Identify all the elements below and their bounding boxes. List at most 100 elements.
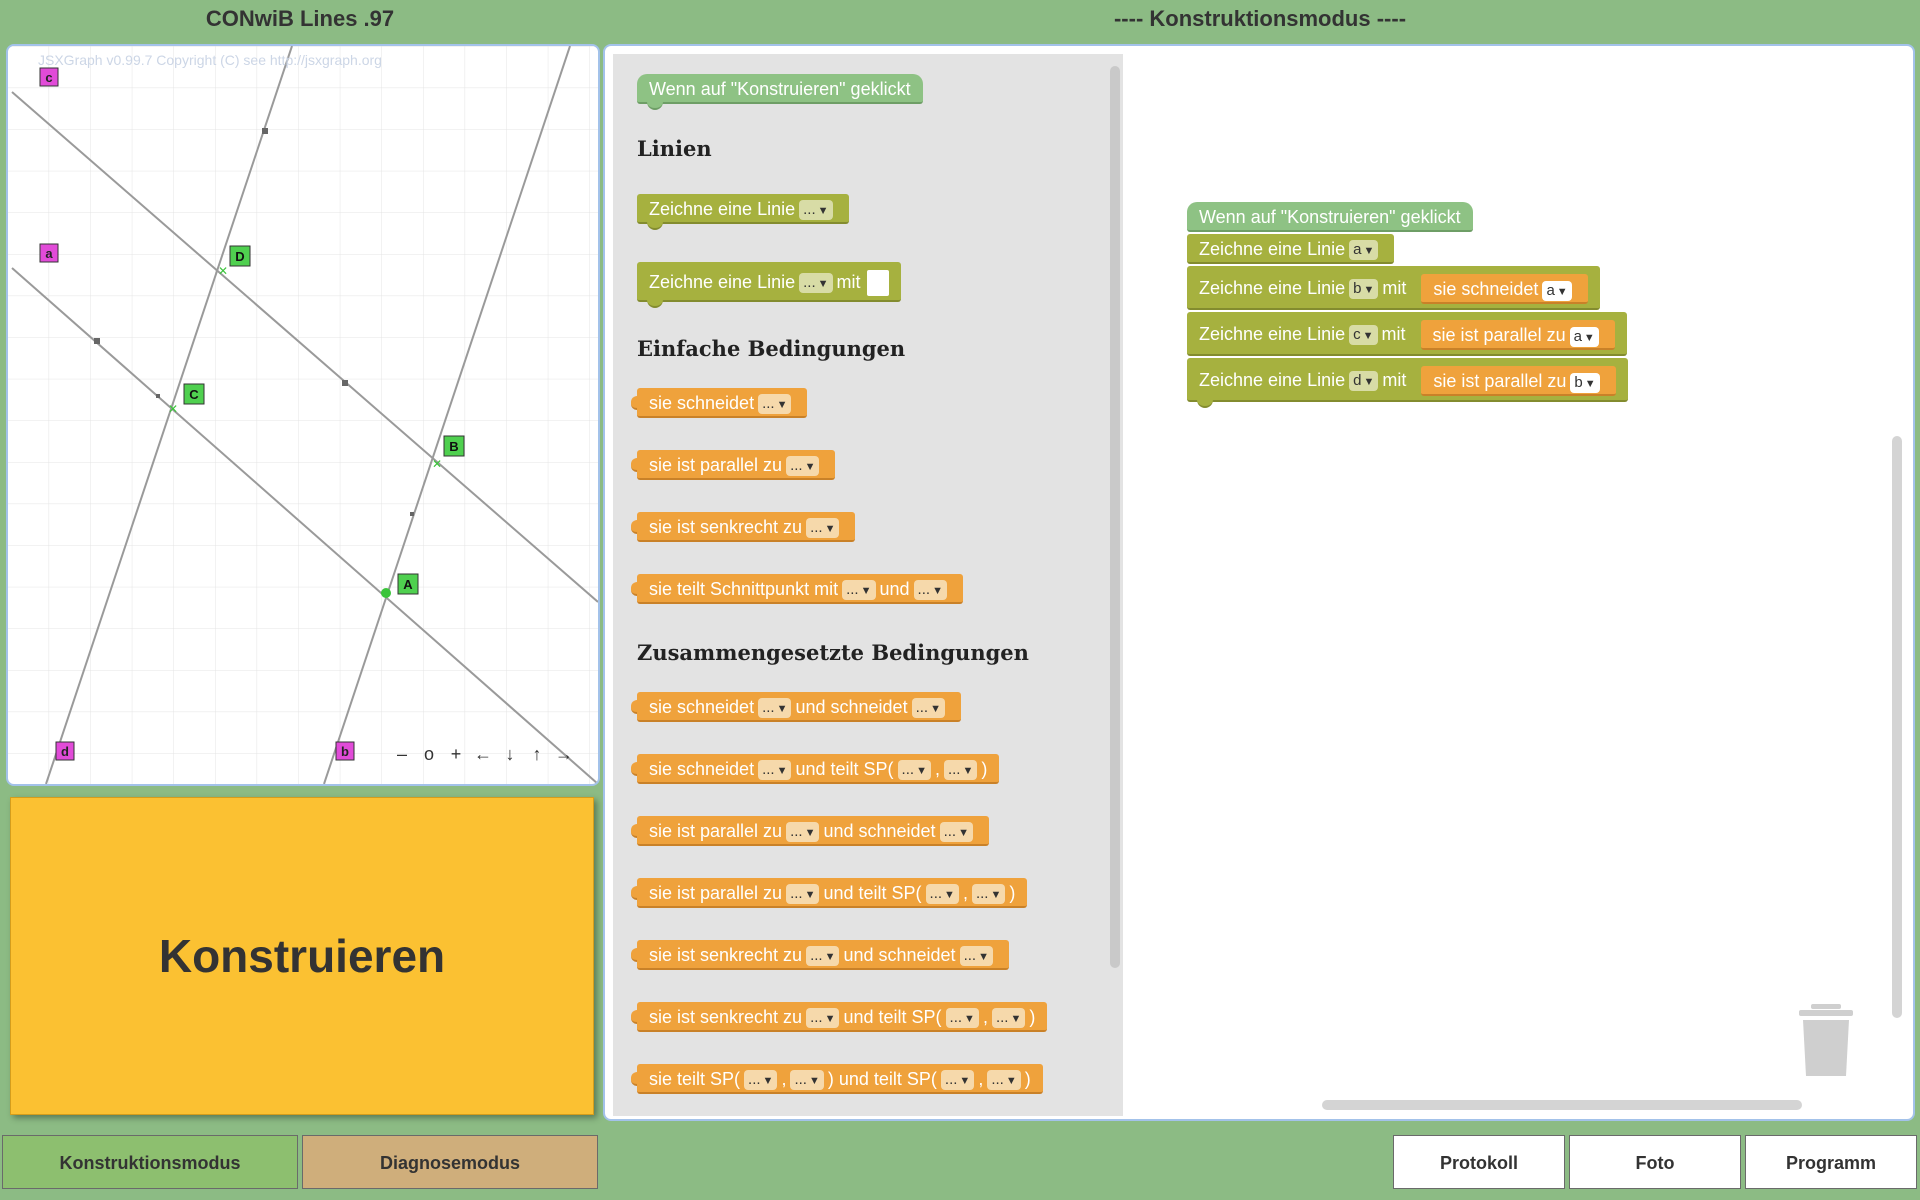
block-text: Wenn auf "Konstruieren" geklickt — [1199, 207, 1461, 227]
trash-icon[interactable] — [1799, 1004, 1853, 1076]
line-dropdown[interactable]: c ▼ — [1349, 325, 1378, 346]
helper-point[interactable] — [410, 512, 414, 516]
ref-dropdown[interactable]: ... ▼ — [987, 1070, 1021, 1091]
ref-dropdown[interactable]: ... ▼ — [943, 760, 978, 781]
flyout-parallel-und-schneidet-block[interactable]: sie ist parallel zu... ▼ und schneidet... ▼ — [631, 816, 989, 846]
zoom-out-button[interactable]: – — [392, 744, 412, 765]
programm-button[interactable]: Programm — [1745, 1135, 1917, 1189]
ref-dropdown[interactable]: ... ▼ — [940, 1070, 975, 1091]
flyout-draw-line-block[interactable]: Zeichne eine Linie... ▼ — [637, 194, 849, 230]
flyout-scrollbar[interactable] — [1110, 66, 1120, 968]
workspace-horizontal-scrollbar[interactable] — [1322, 1100, 1802, 1110]
program-line-a-block[interactable]: Zeichne eine Linie a ▼ — [1187, 234, 1395, 264]
ref-dropdown[interactable]: ... ▼ — [991, 1008, 1026, 1029]
dropdown-arrow-icon: ▼ — [804, 827, 816, 840]
helper-point[interactable] — [156, 394, 160, 398]
point-c-marker[interactable]: ✕ — [168, 402, 178, 416]
flyout-draw-line-with-block[interactable]: Zeichne eine Linie... ▼ mit — [637, 262, 901, 308]
zoom-in-button[interactable]: + — [446, 744, 466, 765]
line-dropdown[interactable]: ... ▼ — [799, 200, 833, 221]
flyout-event-block[interactable]: Wenn auf "Konstruieren" geklickt — [637, 74, 923, 110]
zoom-reset-button[interactable]: o — [419, 744, 439, 765]
pan-left-button[interactable]: ← — [473, 744, 493, 765]
program-condition-parallel[interactable]: sie ist parallel zu b ▼ — [1421, 366, 1616, 397]
block-notch — [647, 298, 663, 308]
point-d-marker[interactable]: ✕ — [218, 264, 228, 278]
flyout-senkrecht-und-schneidet-block[interactable]: sie ist senkrecht zu... ▼ und schneidet...… — [631, 940, 1009, 970]
line-label-d: d — [61, 744, 69, 759]
protokoll-button[interactable]: Protokoll — [1393, 1135, 1565, 1189]
pan-right-button[interactable]: → — [554, 744, 574, 765]
ref-dropdown[interactable]: ... ▼ — [945, 1008, 979, 1029]
program-condition-schneidet[interactable]: sie schneidet a ▼ — [1421, 274, 1588, 305]
program-event-block[interactable]: Wenn auf "Konstruieren" geklickt — [1187, 202, 1473, 232]
ref-dropdown[interactable]: a ▼ — [1569, 326, 1599, 347]
tab-konstruktionsmodus[interactable]: Konstruktionsmodus — [2, 1135, 298, 1189]
point-label-d: D — [235, 249, 244, 264]
flyout-parallel-block[interactable]: sie ist parallel zu... ▼ — [631, 450, 836, 480]
konstruieren-button[interactable]: Konstruieren — [10, 797, 594, 1115]
flyout-parallel-und-teilt-block[interactable]: sie ist parallel zu... ▼ und teilt SP(... ▼… — [631, 878, 1028, 908]
ref-dropdown[interactable]: ... ▼ — [758, 760, 792, 781]
dropdown-arrow-icon: ▼ — [916, 765, 927, 778]
block-workspace[interactable]: Wenn auf "Konstruieren" geklickt Linien … — [603, 44, 1915, 1121]
ref-dropdown[interactable]: ... ▼ — [758, 394, 792, 415]
pan-down-button[interactable]: ↓ — [500, 744, 520, 765]
program-line-b-block[interactable]: Zeichne eine Linie b ▼ mit sie schneidet a ▼ — [1187, 266, 1600, 310]
dropdown-arrow-icon: ▼ — [804, 889, 816, 902]
block-text: Zeichne eine Linie — [1199, 278, 1346, 298]
line-dropdown[interactable]: b ▼ — [1349, 279, 1379, 300]
pan-up-button[interactable]: ↑ — [527, 744, 547, 765]
flyout-senkrecht-und-teilt-block[interactable]: sie ist senkrecht zu... ▼ und teilt SP(...… — [631, 1002, 1048, 1032]
ref-dropdown[interactable]: ... ▼ — [758, 698, 792, 719]
ref-dropdown[interactable]: ... ▼ — [790, 1070, 824, 1091]
ref-dropdown[interactable]: ... ▼ — [971, 884, 1006, 905]
workspace-vertical-scrollbar[interactable] — [1892, 436, 1902, 1018]
ref-dropdown[interactable]: ... ▼ — [786, 456, 820, 477]
ref-dropdown[interactable]: b ▼ — [1570, 372, 1600, 393]
ref-dropdown[interactable]: ... ▼ — [939, 822, 973, 843]
geometry-board[interactable]: ✕ ✕ ✕ c a d b D C B A JSXGraph v0.99.7 C… — [6, 44, 600, 786]
ref-dropdown[interactable]: ... ▼ — [913, 580, 947, 601]
block-flyout[interactable]: Wenn auf "Konstruieren" geklickt Linien … — [613, 54, 1123, 1116]
line-dropdown[interactable]: d ▼ — [1349, 371, 1379, 392]
ref-dropdown[interactable]: ... ▼ — [806, 518, 840, 539]
point-a-marker[interactable] — [381, 588, 391, 598]
flyout-senkrecht-block[interactable]: sie ist senkrecht zu... ▼ — [631, 512, 856, 542]
flyout-teilt-schnittpunkt-block[interactable]: sie teilt Schnittpunkt mit... ▼ und... ▼ — [631, 574, 963, 604]
foto-button[interactable]: Foto — [1569, 1135, 1741, 1189]
helper-point[interactable] — [262, 128, 268, 134]
flyout-schneidet-block[interactable]: sie schneidet... ▼ — [631, 388, 808, 418]
comma-label: , — [934, 759, 940, 779]
dropdown-arrow-icon: ▼ — [762, 1075, 774, 1088]
program-line-c-block[interactable]: Zeichne eine Linie c ▼ mit sie ist parallel… — [1187, 312, 1627, 356]
line-dropdown[interactable]: ... ▼ — [799, 273, 833, 294]
point-b-marker[interactable]: ✕ — [432, 457, 442, 471]
flyout-teilt-und-teilt-block[interactable]: sie teilt SP(... ▼,... ▼) und teilt SP(...… — [631, 1064, 1043, 1094]
tab-diagnosemodus[interactable]: Diagnosemodus — [302, 1135, 598, 1189]
comma-label: , — [982, 1007, 988, 1027]
ref-dropdown[interactable]: ... ▼ — [744, 1070, 778, 1091]
flyout-schneidet-und-teilt-block[interactable]: sie schneidet... ▼ und teilt SP(... ▼,... ▼) — [631, 754, 1000, 784]
helper-point[interactable] — [342, 380, 348, 386]
condition-slot[interactable] — [866, 270, 889, 297]
ref-dropdown[interactable]: a ▼ — [1542, 280, 1572, 301]
ref-dropdown[interactable]: ... ▼ — [786, 822, 820, 843]
helper-point[interactable] — [94, 338, 100, 344]
ref-dropdown[interactable]: ... ▼ — [925, 884, 959, 905]
board-canvas[interactable]: ✕ ✕ ✕ c a d b D C B A — [8, 46, 598, 784]
flyout-schneidet-und-schneidet-block[interactable]: sie schneidet... ▼ und schneidet... ▼ — [631, 692, 961, 722]
line-dropdown[interactable]: a ▼ — [1349, 240, 1379, 261]
ref-dropdown[interactable]: ... ▼ — [806, 946, 840, 967]
block-text: sie ist parallel zu — [649, 883, 783, 903]
ref-dropdown[interactable]: ... ▼ — [959, 946, 993, 967]
ref-dropdown[interactable]: ... ▼ — [897, 760, 931, 781]
ref-dropdown[interactable]: ... ▼ — [806, 1008, 840, 1029]
program-condition-parallel[interactable]: sie ist parallel zu a ▼ — [1420, 320, 1615, 351]
program-line-d-block[interactable]: Zeichne eine Linie d ▼ mit sie ist parallel… — [1187, 358, 1628, 408]
ref-dropdown[interactable]: ... ▼ — [786, 884, 820, 905]
ref-dropdown[interactable]: ... ▼ — [842, 580, 876, 601]
block-plug — [631, 886, 637, 900]
block-notch — [647, 100, 663, 110]
ref-dropdown[interactable]: ... ▼ — [911, 698, 945, 719]
